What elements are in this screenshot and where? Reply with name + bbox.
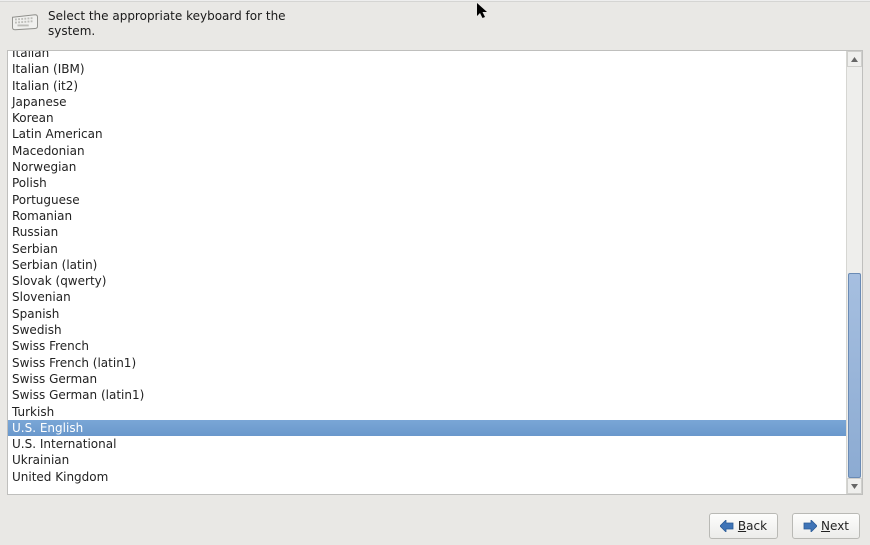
next-button[interactable]: Next — [792, 513, 860, 539]
list-item[interactable]: Italian — [8, 51, 846, 61]
arrow-left-icon — [720, 520, 734, 532]
list-item[interactable]: Portuguese — [8, 192, 846, 208]
footer: Back Next — [0, 513, 870, 539]
list-item[interactable]: Japanese — [8, 94, 846, 110]
list-item[interactable]: Polish — [8, 175, 846, 191]
keyboard-list[interactable]: ItalianItalian (IBM)Italian (it2)Japanes… — [8, 51, 846, 494]
list-item[interactable]: U.S. International — [8, 436, 846, 452]
scroll-down-button[interactable] — [847, 478, 862, 494]
scrollbar-thumb[interactable] — [848, 273, 861, 479]
next-button-label: Next — [821, 519, 849, 533]
keyboard-list-container: ItalianItalian (IBM)Italian (it2)Japanes… — [7, 50, 863, 495]
list-item[interactable]: Swiss French — [8, 338, 846, 354]
scroll-up-button[interactable] — [847, 51, 862, 67]
list-item[interactable]: Serbian — [8, 241, 846, 257]
list-item[interactable]: Swiss French (latin1) — [8, 355, 846, 371]
back-button-label: Back — [738, 519, 767, 533]
list-item[interactable]: Turkish — [8, 404, 846, 420]
list-item[interactable]: Korean — [8, 110, 846, 126]
header-text: Select the appropriate keyboard for the … — [48, 9, 308, 39]
list-item[interactable]: U.S. English — [8, 420, 846, 436]
list-item[interactable]: Macedonian — [8, 143, 846, 159]
list-item[interactable]: Spanish — [8, 306, 846, 322]
list-item[interactable]: Italian (IBM) — [8, 61, 846, 77]
scrollbar[interactable] — [846, 51, 862, 494]
arrow-right-icon — [803, 520, 817, 532]
list-item[interactable]: Italian (it2) — [8, 78, 846, 94]
list-item[interactable]: Swiss German (latin1) — [8, 387, 846, 403]
list-item[interactable]: Swiss German — [8, 371, 846, 387]
list-item[interactable]: Slovenian — [8, 289, 846, 305]
list-item[interactable]: Ukrainian — [8, 452, 846, 468]
scrollbar-track[interactable] — [847, 67, 862, 478]
list-item[interactable]: Norwegian — [8, 159, 846, 175]
list-item[interactable]: Serbian (latin) — [8, 257, 846, 273]
list-item[interactable]: Slovak (qwerty) — [8, 273, 846, 289]
header: Select the appropriate keyboard for the … — [0, 2, 870, 45]
list-item[interactable]: United Kingdom — [8, 469, 846, 485]
list-item[interactable]: Russian — [8, 224, 846, 240]
keyboard-icon — [10, 10, 40, 32]
back-button[interactable]: Back — [709, 513, 778, 539]
list-item[interactable]: Swedish — [8, 322, 846, 338]
list-item[interactable]: Romanian — [8, 208, 846, 224]
list-item[interactable]: Latin American — [8, 126, 846, 142]
